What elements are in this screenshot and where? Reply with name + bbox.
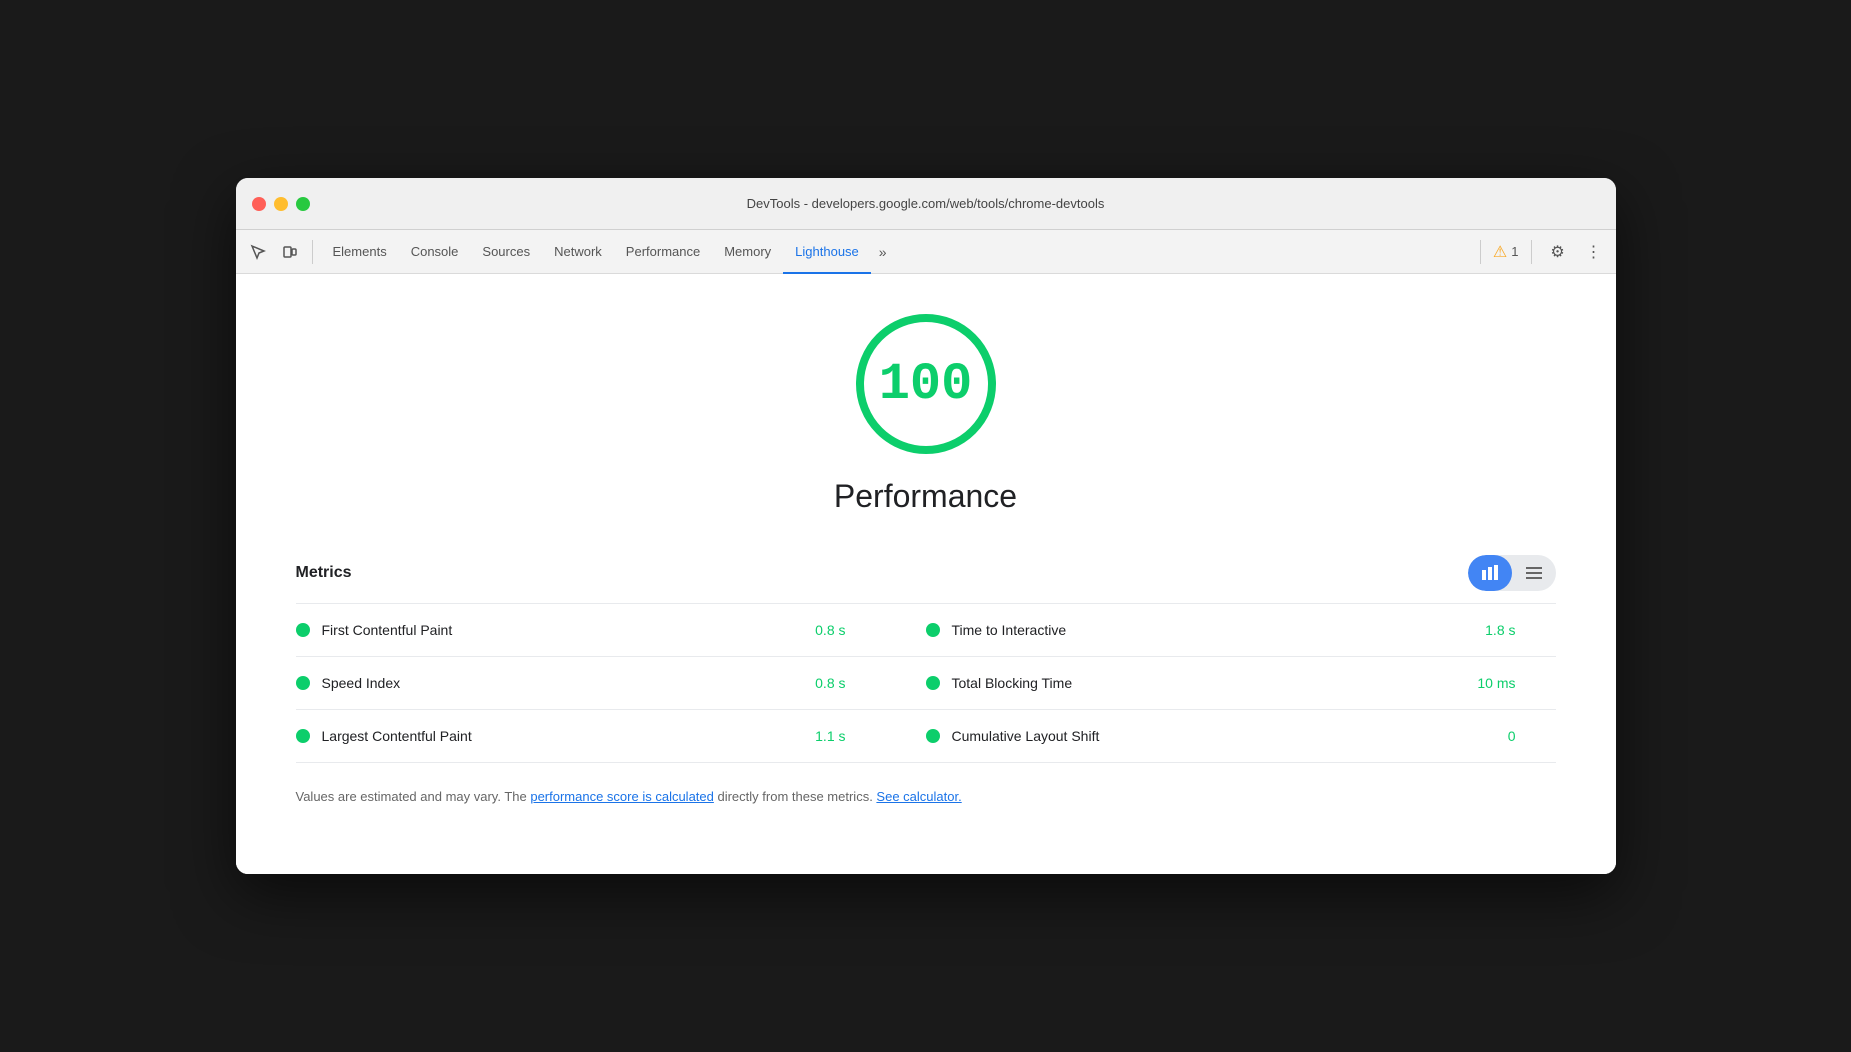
- score-section: 100 Performance: [296, 314, 1556, 515]
- metric-dot: [296, 623, 310, 637]
- performance-score-link[interactable]: performance score is calculated: [530, 789, 714, 804]
- toolbar-divider-2: [1480, 240, 1481, 264]
- metric-value: 1.1 s: [815, 728, 845, 744]
- metric-largest-contentful-paint: Largest Contentful Paint 1.1 s: [296, 710, 926, 762]
- minimize-button[interactable]: [274, 197, 288, 211]
- warning-icon: ⚠: [1493, 242, 1507, 262]
- score-title: Performance: [834, 478, 1017, 515]
- traffic-lights: [252, 197, 310, 211]
- lighthouse-content: 100 Performance Metrics: [236, 274, 1616, 874]
- view-toggle: [1468, 555, 1556, 591]
- tab-sources[interactable]: Sources: [470, 231, 542, 274]
- metric-value: 1.8 s: [1485, 622, 1515, 638]
- metric-name: Cumulative Layout Shift: [952, 728, 1496, 744]
- window-title: DevTools - developers.google.com/web/too…: [747, 196, 1105, 211]
- metric-row-3: Largest Contentful Paint 1.1 s Cumulativ…: [296, 710, 1556, 763]
- toggle-bar-chart[interactable]: [1468, 555, 1512, 591]
- tab-elements[interactable]: Elements: [321, 231, 399, 274]
- metric-name: First Contentful Paint: [322, 622, 804, 638]
- metric-cumulative-layout-shift: Cumulative Layout Shift 0: [926, 710, 1556, 762]
- metric-name: Time to Interactive: [952, 622, 1474, 638]
- devtools-panel: Elements Console Sources Network Perform…: [236, 230, 1616, 874]
- title-bar: DevTools - developers.google.com/web/too…: [236, 178, 1616, 230]
- warning-count: 1: [1511, 244, 1518, 259]
- settings-icon[interactable]: ⚙: [1544, 238, 1572, 266]
- toolbar: Elements Console Sources Network Perform…: [236, 230, 1616, 274]
- footer-text-before: Values are estimated and may vary. The: [296, 789, 531, 804]
- toolbar-right: ⚠ 1 ⚙ ⋮: [1476, 238, 1608, 266]
- toolbar-divider-3: [1531, 240, 1532, 264]
- tab-overflow[interactable]: »: [871, 230, 895, 273]
- footer-text-middle: directly from these metrics.: [714, 789, 877, 804]
- more-options-icon[interactable]: ⋮: [1580, 238, 1608, 266]
- metric-speed-index: Speed Index 0.8 s: [296, 657, 926, 709]
- toggle-list-view[interactable]: [1512, 555, 1556, 591]
- metric-value: 10 ms: [1477, 675, 1515, 691]
- close-button[interactable]: [252, 197, 266, 211]
- browser-window: DevTools - developers.google.com/web/too…: [236, 178, 1616, 874]
- score-circle: 100: [856, 314, 996, 454]
- metric-value: 0.8 s: [815, 622, 845, 638]
- metrics-section: Metrics: [296, 555, 1556, 807]
- tab-performance[interactable]: Performance: [614, 231, 712, 274]
- metric-name: Speed Index: [322, 675, 804, 691]
- metric-row-2: Speed Index 0.8 s Total Blocking Time 10…: [296, 657, 1556, 710]
- tab-memory[interactable]: Memory: [712, 231, 783, 274]
- inspector-tool-icon[interactable]: [244, 238, 272, 266]
- metric-dot: [296, 676, 310, 690]
- metric-dot: [926, 676, 940, 690]
- metric-name: Total Blocking Time: [952, 675, 1466, 691]
- metric-value: 0.8 s: [815, 675, 845, 691]
- tab-console[interactable]: Console: [399, 231, 471, 274]
- tab-network[interactable]: Network: [542, 231, 614, 274]
- tab-list: Elements Console Sources Network Perform…: [321, 230, 1472, 273]
- toolbar-divider-1: [312, 240, 313, 264]
- score-value: 100: [879, 355, 973, 414]
- metric-value: 0: [1508, 728, 1516, 744]
- metrics-title: Metrics: [296, 564, 352, 582]
- metric-first-contentful-paint: First Contentful Paint 0.8 s: [296, 604, 926, 656]
- warning-badge[interactable]: ⚠ 1: [1493, 242, 1519, 262]
- calculator-link[interactable]: See calculator.: [876, 789, 961, 804]
- metric-time-to-interactive: Time to Interactive 1.8 s: [926, 604, 1556, 656]
- metric-row-1: First Contentful Paint 0.8 s Time to Int…: [296, 604, 1556, 657]
- device-toolbar-icon[interactable]: [276, 238, 304, 266]
- tab-lighthouse[interactable]: Lighthouse: [783, 231, 871, 274]
- footer-note: Values are estimated and may vary. The p…: [296, 787, 1556, 807]
- metrics-content: First Contentful Paint 0.8 s Time to Int…: [296, 603, 1556, 763]
- metric-dot: [926, 729, 940, 743]
- metric-name: Largest Contentful Paint: [322, 728, 804, 744]
- maximize-button[interactable]: [296, 197, 310, 211]
- metric-dot: [926, 623, 940, 637]
- metric-total-blocking-time: Total Blocking Time 10 ms: [926, 657, 1556, 709]
- metric-dot: [296, 729, 310, 743]
- metrics-header: Metrics: [296, 555, 1556, 591]
